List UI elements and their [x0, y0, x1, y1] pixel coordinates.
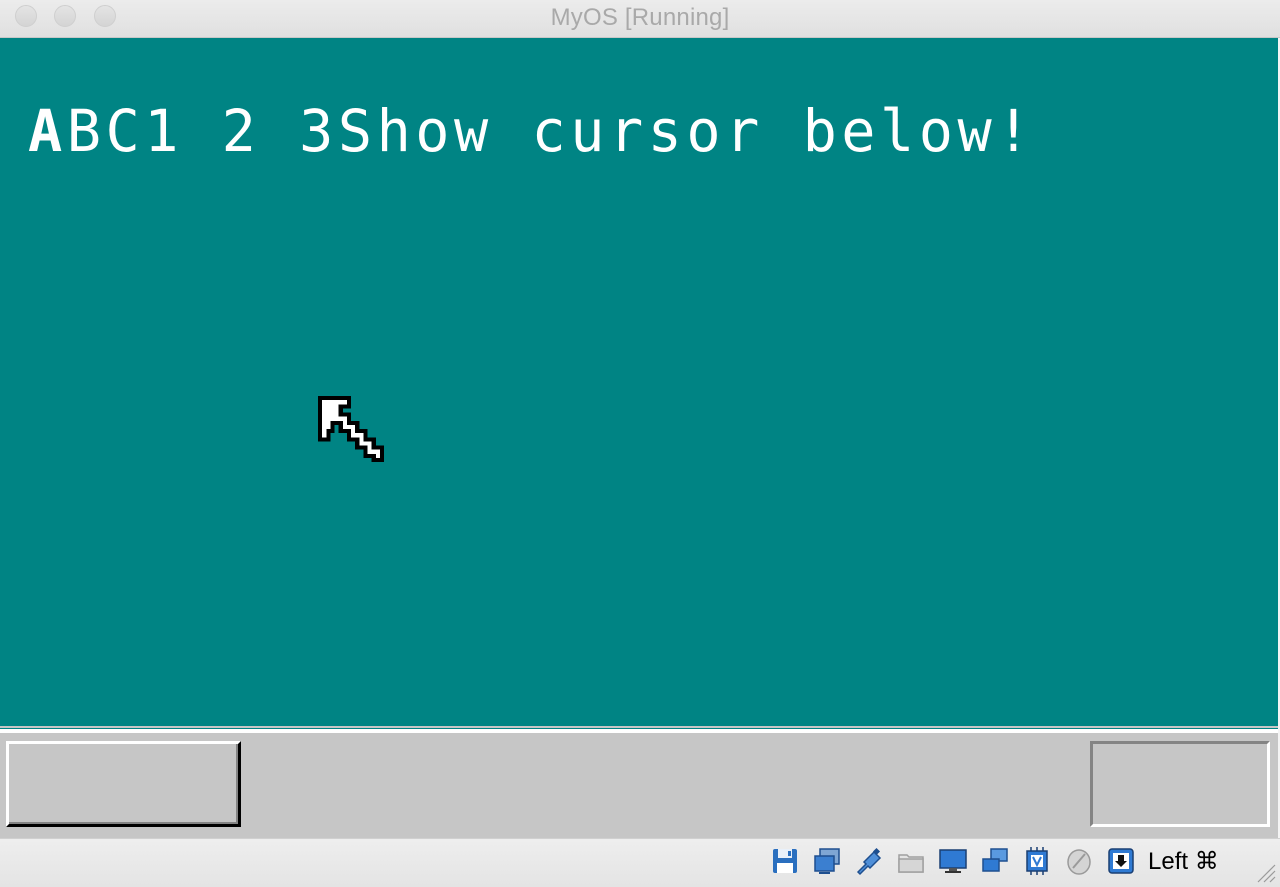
vm-statusbar: Left ⌘ [0, 838, 1280, 887]
host-key-capture-icon[interactable] [1106, 846, 1136, 876]
vm-text-first-char: A [28, 97, 67, 165]
vm-taskbar-top-border [0, 726, 1278, 728]
hard-disk-icon[interactable] [770, 846, 800, 876]
vm-text-rest: BC1 2 3Show cursor below! [66, 97, 1035, 165]
vm-text-output: ABC1 2 3Show cursor below! [28, 102, 1035, 160]
vm-taskbar [0, 733, 1278, 838]
vm-start-button-bevel [9, 744, 238, 824]
optical-drive-icon[interactable] [812, 846, 842, 876]
vm-start-button[interactable] [6, 741, 241, 827]
shared-folders-icon[interactable] [896, 846, 926, 876]
window-title: MyOS [Running] [550, 4, 730, 31]
network-icon[interactable] [980, 846, 1010, 876]
mouse-pointer-icon [318, 396, 384, 462]
cpu-icon[interactable] [1022, 846, 1052, 876]
window-titlebar: MyOS [Running] [0, 0, 1280, 38]
mouse-integration-icon[interactable] [1064, 846, 1094, 876]
display-icon[interactable] [938, 846, 968, 876]
usb-icon[interactable] [854, 846, 884, 876]
resize-grip-icon[interactable] [1254, 861, 1276, 883]
vm-system-tray [1090, 741, 1270, 827]
host-key-label: Left ⌘ [1148, 848, 1219, 875]
vm-display[interactable]: ABC1 2 3Show cursor below! [0, 38, 1278, 838]
